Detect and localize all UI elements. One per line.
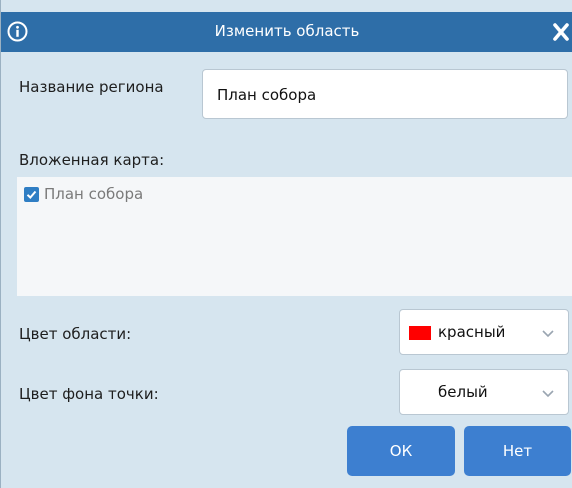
no-button[interactable]: Нет <box>464 426 571 476</box>
checkbox-checked-icon[interactable] <box>24 186 39 202</box>
area-color-select[interactable]: красный <box>399 309 569 355</box>
chevron-down-icon <box>542 390 554 398</box>
point-bg-color-label: Цвет фона точки: <box>19 385 159 403</box>
nested-map-label: Вложенная карта: <box>19 151 165 169</box>
chevron-down-icon <box>542 330 554 338</box>
dialog-titlebar: Изменить область <box>1 12 572 52</box>
nested-map-list: План собора <box>17 177 572 296</box>
list-item-label: План собора <box>44 185 144 203</box>
ok-button[interactable]: ОК <box>347 426 455 476</box>
color-swatch <box>409 386 431 400</box>
dialog-title: Изменить область <box>214 22 360 40</box>
point-bg-color-select[interactable]: белый <box>399 369 569 415</box>
close-icon[interactable] <box>549 20 572 44</box>
point-bg-color-value: белый <box>438 383 488 401</box>
area-color-value: красный <box>438 323 506 341</box>
edit-area-dialog: Изменить область Название региона План с… <box>0 0 572 488</box>
list-item[interactable]: План собора <box>24 185 143 203</box>
area-color-label: Цвет области: <box>19 325 132 343</box>
region-name-label: Название региона <box>19 78 164 96</box>
color-swatch <box>409 326 431 340</box>
region-name-input[interactable]: План собора <box>202 69 568 119</box>
